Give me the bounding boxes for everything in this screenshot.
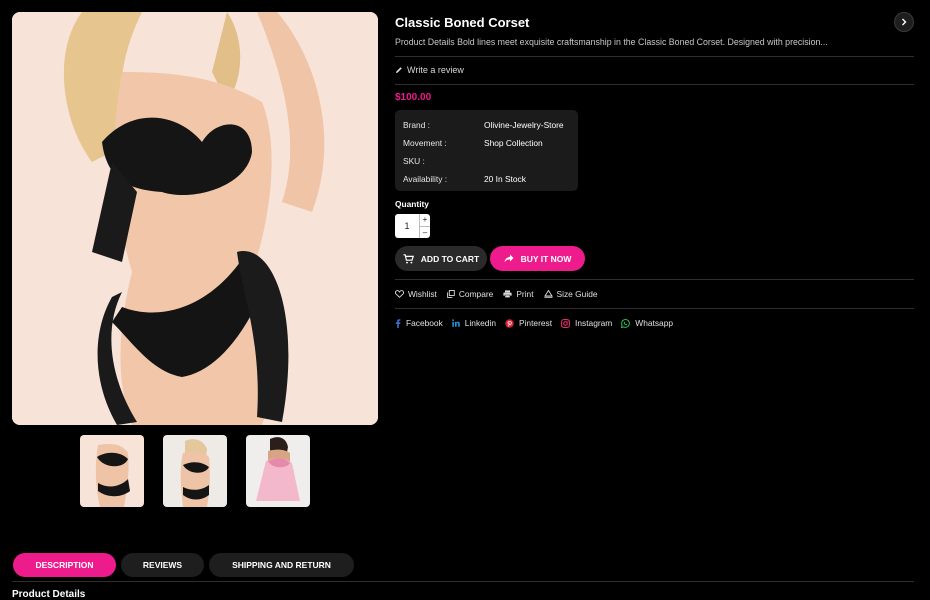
pencil-icon — [396, 67, 402, 73]
whatsapp-label: Whatsapp — [635, 318, 674, 328]
share-whatsapp[interactable]: Whatsapp — [621, 318, 673, 328]
spec-value: 20 In Stock — [484, 174, 526, 184]
spec-table: Brand : Olivine-Jewelry-Store Movement :… — [395, 110, 578, 191]
share-pinterest[interactable]: Pinterest — [505, 318, 552, 328]
chevron-right-icon — [902, 18, 907, 26]
model-photo — [12, 12, 378, 425]
thumbnail-3[interactable] — [246, 435, 310, 507]
linkedin-label: Linkedin — [464, 318, 496, 328]
print-label: Print — [516, 289, 534, 299]
spec-value: Olivine-Jewelry-Store — [484, 120, 564, 130]
add-to-cart-button[interactable]: ADD TO CART — [395, 246, 487, 271]
heart-icon — [395, 290, 404, 298]
pinterest-label: Pinterest — [518, 318, 553, 328]
size-guide-label: Size Guide — [556, 289, 598, 299]
quantity-label: Quantity — [395, 199, 429, 209]
thumbnail-2[interactable] — [163, 435, 227, 507]
buy-now-button[interactable]: BUY IT NOW — [490, 246, 585, 271]
pinterest-icon — [505, 318, 514, 328]
write-review-link[interactable]: Write a review — [395, 65, 464, 75]
spec-row-availability: Availability : 20 In Stock — [403, 170, 570, 188]
thumbnail-1[interactable] — [80, 435, 144, 507]
facebook-icon — [395, 318, 401, 328]
product-tabs: DESCRIPTION REVIEWS SHIPPING AND RETURN — [13, 553, 354, 577]
spec-label: Movement : — [403, 138, 447, 148]
instagram-icon — [561, 318, 570, 328]
size-guide-link[interactable]: Size Guide — [543, 289, 598, 299]
ruler-icon — [543, 290, 553, 298]
facebook-label: Facebook — [406, 318, 443, 328]
divider — [12, 581, 914, 582]
spec-label: Availability : — [403, 174, 448, 184]
cart-icon — [403, 253, 414, 263]
spec-row-brand: Brand : Olivine-Jewelry-Store — [403, 116, 570, 134]
add-to-cart-label: ADD TO CART — [420, 253, 480, 264]
print-link[interactable]: Print — [503, 289, 534, 299]
spec-label: SKU : — [403, 156, 425, 166]
spec-label: Brand : — [403, 120, 431, 130]
spec-value: Shop Collection — [484, 138, 543, 148]
divider — [395, 308, 914, 309]
tab-description[interactable]: DESCRIPTION — [13, 553, 116, 577]
spec-row-sku: SKU : — [403, 152, 570, 170]
product-price: $100.00 — [395, 92, 432, 103]
social-share: Facebook Linkedin Pinterest Instagram Wh… — [395, 318, 673, 328]
section-heading: Product Details — [12, 589, 86, 600]
divider — [395, 279, 914, 280]
product-description: Product Details Bold lines meet exquisit… — [395, 37, 828, 47]
wishlist-link[interactable]: Wishlist — [395, 289, 437, 299]
share-facebook[interactable]: Facebook — [395, 318, 443, 328]
share-linkedin[interactable]: Linkedin — [451, 318, 496, 328]
product-title: Classic Boned Corset — [395, 15, 530, 30]
linkedin-icon — [451, 319, 460, 327]
instagram-label: Instagram — [575, 318, 613, 328]
thumbnail-strip — [80, 435, 310, 507]
product-main-image[interactable] — [12, 12, 378, 425]
share-instagram[interactable]: Instagram — [561, 318, 612, 328]
buy-now-label: BUY IT NOW — [520, 253, 572, 264]
share-arrow-icon — [504, 254, 514, 263]
whatsapp-icon — [621, 318, 631, 328]
divider — [395, 84, 914, 85]
wishlist-label: Wishlist — [408, 289, 437, 299]
product-tools: Wishlist Compare Print Size Guide — [395, 289, 598, 299]
next-product-button[interactable] — [894, 12, 914, 32]
compare-icon — [447, 290, 455, 298]
quantity-increase-button[interactable]: + — [420, 214, 430, 226]
tab-shipping-and-return[interactable]: SHIPPING AND RETURN — [209, 553, 354, 577]
divider — [395, 56, 914, 57]
spec-row-movement: Movement : Shop Collection — [403, 134, 570, 152]
write-review-label: Write a review — [407, 65, 464, 75]
quantity-stepper: 1 + – — [395, 214, 430, 238]
quantity-steps: + – — [419, 214, 430, 238]
tab-reviews[interactable]: REVIEWS — [121, 553, 204, 577]
compare-link[interactable]: Compare — [447, 289, 493, 299]
compare-label: Compare — [458, 289, 494, 299]
quantity-decrease-button[interactable]: – — [420, 225, 430, 239]
quantity-input[interactable]: 1 — [395, 214, 419, 238]
printer-icon — [503, 290, 512, 298]
